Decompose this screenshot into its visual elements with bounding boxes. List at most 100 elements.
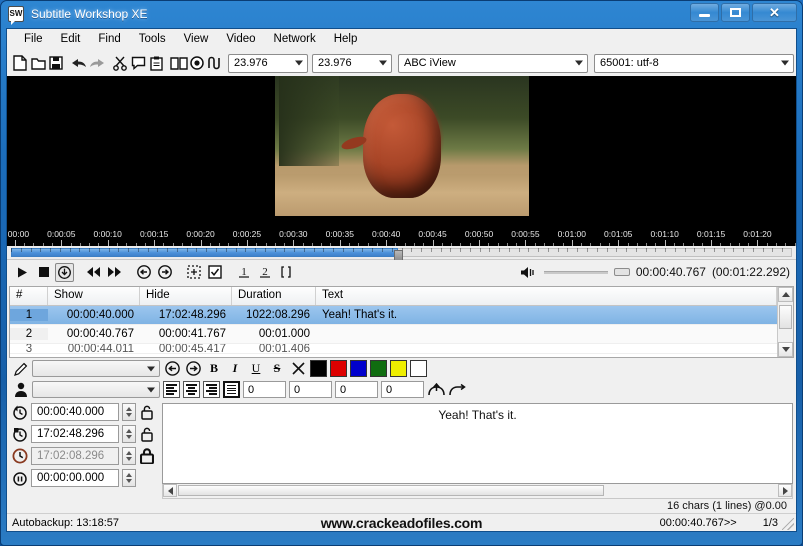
margin-left-input[interactable]: 0	[243, 381, 286, 398]
actor-combo[interactable]	[32, 381, 160, 398]
color-swatch-black[interactable]	[310, 360, 327, 377]
table-row[interactable]: 1 00:00:40.000 17:02:48.296 1022:08.296 …	[10, 306, 777, 325]
hide-time-field[interactable]: 17:02:48.296	[31, 425, 119, 443]
comment-icon[interactable]	[129, 53, 147, 73]
stop-button[interactable]	[34, 263, 53, 282]
table-row[interactable]: 2 00:00:40.767 00:00:41.767 00:01.000	[10, 325, 777, 344]
column-header-show[interactable]: Show	[48, 287, 140, 305]
eye-icon[interactable]	[188, 53, 206, 73]
set-end-time-button[interactable]: 2	[255, 263, 274, 282]
show-time-lock-unlocked[interactable]	[139, 404, 154, 421]
show-time-field[interactable]: 00:00:40.000	[31, 403, 119, 421]
transport-right-group: 00:00:40.767 (00:01:22.292)	[519, 260, 790, 284]
column-header-duration[interactable]: Duration	[232, 287, 316, 305]
duration-lock-locked[interactable]	[139, 448, 154, 465]
menu-help[interactable]: Help	[325, 31, 367, 47]
column-header-hide[interactable]: Hide	[140, 287, 232, 305]
book-icon[interactable]	[170, 53, 188, 73]
rewind-button[interactable]	[84, 263, 103, 282]
move-subtitle-back-button[interactable]	[134, 263, 153, 282]
scroll-right-button[interactable]	[778, 484, 792, 497]
mark-in-out-button[interactable]	[55, 262, 74, 282]
select-region-button[interactable]	[184, 263, 203, 282]
play-button[interactable]	[13, 263, 32, 282]
previous-style-icon[interactable]	[163, 360, 181, 378]
undo-icon[interactable]	[70, 53, 88, 73]
italic-button[interactable]: I	[226, 360, 244, 378]
color-swatch-white[interactable]	[410, 360, 427, 377]
next-style-icon[interactable]	[184, 360, 202, 378]
underline-button[interactable]: U	[247, 360, 265, 378]
column-header-number[interactable]: #	[10, 287, 48, 305]
cut-icon[interactable]	[111, 53, 129, 73]
menu-file[interactable]: File	[15, 31, 52, 47]
close-button[interactable]: ✕	[752, 3, 797, 22]
minimize-button[interactable]	[690, 3, 719, 22]
input-fps-combo[interactable]: 23.976	[228, 53, 308, 73]
apply-check-button[interactable]	[205, 263, 224, 282]
pause-time-stepper[interactable]	[122, 469, 136, 487]
subtitle-text-editor[interactable]: Yeah! That's it.	[162, 403, 793, 484]
hide-time-lock-unlocked[interactable]	[139, 426, 154, 443]
redo-icon[interactable]	[88, 53, 106, 73]
menu-tools[interactable]: Tools	[130, 31, 175, 47]
menu-network[interactable]: Network	[265, 31, 325, 47]
save-icon[interactable]	[47, 53, 65, 73]
color-swatch-green[interactable]	[370, 360, 387, 377]
volume-thumb[interactable]	[613, 268, 630, 276]
color-swatch-red[interactable]	[330, 360, 347, 377]
pencil-icon	[13, 360, 29, 377]
move-subtitle-forward-button[interactable]	[155, 263, 174, 282]
margin-vertical-input[interactable]: 0	[335, 381, 378, 398]
forward-button[interactable]	[105, 263, 124, 282]
set-in-out-brackets-button[interactable]	[276, 263, 295, 282]
margin-right-input[interactable]: 0	[289, 381, 332, 398]
encoding-combo[interactable]: 65001: utf-8	[594, 53, 794, 73]
strikethrough-button[interactable]: S	[268, 360, 286, 378]
show-time-stepper[interactable]	[122, 403, 136, 421]
subtitle-grid[interactable]: # Show Hide Duration Text 1 00:00:40.000…	[9, 286, 794, 358]
merge-lines-icon[interactable]	[427, 381, 445, 399]
align-left-button[interactable]	[163, 381, 180, 398]
menu-edit[interactable]: Edit	[52, 31, 90, 47]
scroll-thumb[interactable]	[779, 305, 792, 329]
bold-button[interactable]: B	[205, 360, 223, 378]
editor-horizontal-scrollbar[interactable]	[162, 484, 793, 499]
scroll-down-button[interactable]	[778, 342, 793, 357]
color-swatch-blue[interactable]	[350, 360, 367, 377]
column-header-text[interactable]: Text	[316, 287, 777, 305]
wave-icon[interactable]	[206, 53, 224, 73]
resize-grip-icon[interactable]	[782, 518, 794, 530]
open-folder-icon[interactable]	[29, 53, 47, 73]
hscroll-thumb[interactable]	[178, 485, 604, 496]
color-swatch-yellow[interactable]	[390, 360, 407, 377]
split-lines-icon[interactable]	[448, 381, 466, 399]
title-bar: SW Subtitle Workshop XE ✕	[0, 0, 803, 28]
paste-icon[interactable]	[147, 53, 165, 73]
set-start-time-button[interactable]: 1	[234, 263, 253, 282]
scroll-left-button[interactable]	[163, 484, 177, 497]
volume-slider[interactable]	[543, 270, 608, 274]
margin-extra-input[interactable]: 0	[381, 381, 424, 398]
menu-video[interactable]: Video	[217, 31, 264, 47]
align-center-button[interactable]	[183, 381, 200, 398]
pause-time-field[interactable]: 00:00:00.000	[31, 469, 119, 487]
align-right-button[interactable]	[203, 381, 220, 398]
menu-view[interactable]: View	[175, 31, 218, 47]
volume-icon[interactable]	[519, 263, 538, 282]
new-file-icon[interactable]	[11, 53, 29, 73]
align-justify-button[interactable]	[223, 381, 240, 398]
seek-bar[interactable]	[7, 246, 796, 261]
table-row[interactable]: 3 00:00:44.011 00:00:45.417 00:01.406	[10, 344, 777, 354]
grid-vertical-scrollbar[interactable]	[777, 287, 793, 357]
hide-time-stepper[interactable]	[122, 425, 136, 443]
video-preview[interactable]: Yeah! That's it.	[7, 76, 796, 228]
scroll-up-button[interactable]	[778, 287, 793, 302]
chevron-down-icon	[295, 60, 303, 66]
source-combo[interactable]: ABC iView	[398, 53, 588, 73]
menu-find[interactable]: Find	[89, 31, 129, 47]
output-fps-combo[interactable]: 23.976	[312, 53, 392, 73]
maximize-button[interactable]	[721, 3, 750, 22]
style-combo[interactable]	[32, 360, 160, 377]
clear-formatting-button[interactable]	[289, 360, 307, 378]
